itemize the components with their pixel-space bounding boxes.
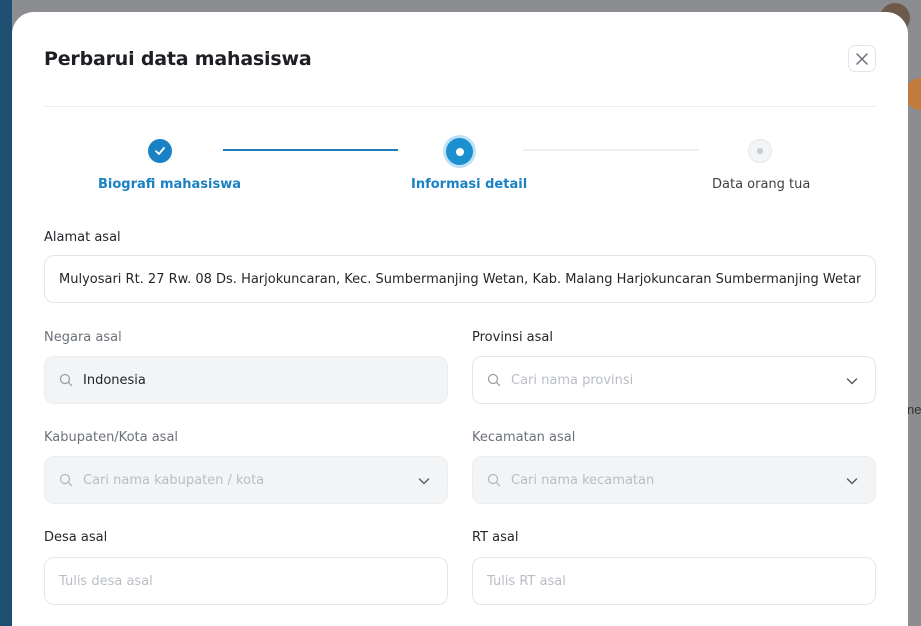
negara-select[interactable]: Indonesia: [44, 356, 448, 404]
rt-placeholder: Tulis RT asal: [487, 573, 566, 589]
negara-label: Negara asal: [44, 330, 122, 345]
step-2-indicator[interactable]: [446, 138, 473, 165]
desa-placeholder: Tulis desa asal: [59, 573, 153, 589]
desa-label: Desa asal: [44, 530, 108, 545]
step-3-indicator[interactable]: [748, 139, 772, 163]
desa-input[interactable]: Tulis desa asal: [44, 557, 448, 605]
chevron-down-icon: [846, 478, 858, 485]
alamat-input[interactable]: Mulyosari Rt. 27 Rw. 08 Ds. Harjokuncara…: [44, 255, 876, 303]
close-button[interactable]: [848, 45, 876, 72]
active-dot-icon: [455, 147, 464, 156]
negara-value: Indonesia: [83, 372, 146, 388]
backdrop-text: ne: [907, 402, 921, 417]
step-1-label[interactable]: Biografi mahasiswa: [98, 177, 241, 192]
step-3-label[interactable]: Data orang tua: [712, 177, 810, 192]
search-icon: [487, 373, 501, 387]
rt-input[interactable]: Tulis RT asal: [472, 557, 876, 605]
search-icon: [59, 373, 73, 387]
search-icon: [59, 473, 73, 487]
close-icon: [856, 52, 868, 65]
search-icon: [487, 473, 501, 487]
update-student-modal: Perbarui data mahasiswa Biografi mahasis…: [12, 12, 908, 626]
backdrop-sidebar: [0, 0, 12, 626]
rt-label: RT asal: [472, 530, 519, 545]
kecamatan-placeholder: Cari nama kecamatan: [511, 472, 655, 488]
provinsi-select[interactable]: Cari nama provinsi: [472, 356, 876, 404]
chevron-down-icon: [418, 478, 430, 485]
provinsi-placeholder: Cari nama provinsi: [511, 372, 634, 388]
provinsi-label: Provinsi asal: [472, 330, 554, 345]
check-icon: [155, 147, 165, 155]
kabupaten-placeholder: Cari nama kabupaten / kota: [83, 472, 265, 488]
kabupaten-label: Kabupaten/Kota asal: [44, 430, 179, 445]
header-divider: [44, 106, 876, 107]
alamat-value: Mulyosari Rt. 27 Rw. 08 Ds. Harjokuncara…: [59, 271, 861, 287]
step-2-label[interactable]: Informasi detail: [411, 177, 527, 192]
alamat-label: Alamat asal: [44, 230, 121, 245]
pending-dot-icon: [757, 148, 763, 154]
kecamatan-label: Kecamatan asal: [472, 430, 576, 445]
stepper-connector-pending: [523, 149, 699, 151]
kabupaten-select[interactable]: Cari nama kabupaten / kota: [44, 456, 448, 504]
stepper-connector-completed: [223, 149, 398, 151]
step-1-indicator[interactable]: [148, 139, 172, 163]
kecamatan-select[interactable]: Cari nama kecamatan: [472, 456, 876, 504]
chevron-down-icon: [846, 378, 858, 385]
modal-title: Perbarui data mahasiswa: [44, 48, 312, 70]
